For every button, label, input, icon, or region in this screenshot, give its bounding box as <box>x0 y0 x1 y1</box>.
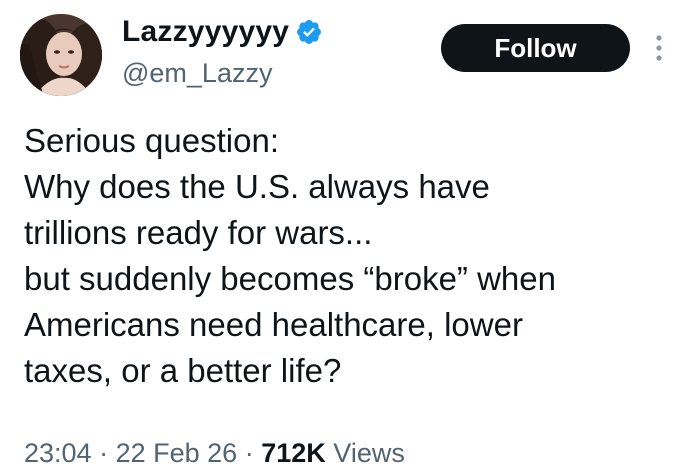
tweet-card: Lazzyyyyyy @em_Lazzy Follow Serious ques… <box>0 0 700 474</box>
tweet-text-line: but suddenly becomes “broke” when <box>24 260 556 297</box>
tweet-meta: 23:04 · 22 Feb 26 · 712K Views <box>24 436 405 470</box>
author-handle[interactable]: @em_Lazzy <box>122 56 272 90</box>
tweet-text-line: taxes, or a better life? <box>24 352 342 389</box>
tweet-text-line: Serious question: <box>24 122 279 159</box>
author-display-name[interactable]: Lazzyyyyyy <box>122 14 289 50</box>
tweet-text-line: Americans need healthcare, lower <box>24 306 523 343</box>
tweet-text-line: Why does the U.S. always have <box>24 168 490 205</box>
follow-button[interactable]: Follow <box>441 24 630 72</box>
avatar[interactable] <box>20 14 102 96</box>
author-name-row: Lazzyyyyyy <box>122 14 323 50</box>
meta-separator: · <box>244 438 254 468</box>
more-options-icon[interactable] <box>650 30 668 66</box>
tweet-text: Serious question: Why does the U.S. alwa… <box>24 118 692 394</box>
avatar-photo <box>20 14 102 96</box>
tweet-date[interactable]: 22 Feb 26 <box>116 438 238 468</box>
views-count: 712K <box>261 438 326 468</box>
meta-separator: · <box>99 438 109 468</box>
views-label: Views <box>333 438 405 468</box>
verified-badge-icon <box>295 18 323 46</box>
tweet-text-line: trillions ready for wars... <box>24 214 373 251</box>
tweet-time[interactable]: 23:04 <box>24 438 92 468</box>
